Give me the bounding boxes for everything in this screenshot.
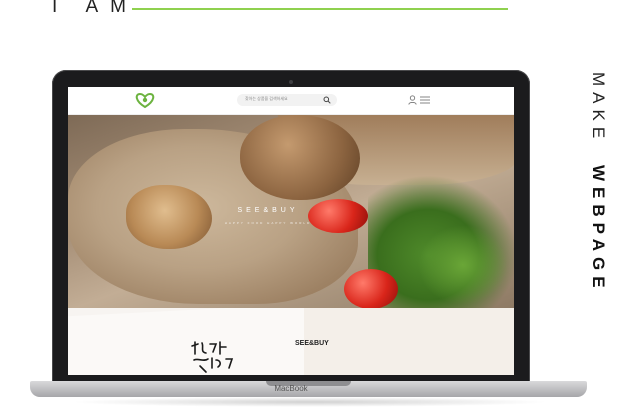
hero-title: SEE&BUY: [237, 207, 299, 214]
walnut-kernel-photo: [126, 185, 212, 249]
side-caption: MAKE WEBPAGE: [576, 68, 608, 308]
camera-icon: [289, 80, 293, 84]
search-placeholder: 찾아는 상품을 검색하세요: [245, 96, 288, 101]
hero-subtitle: HAPPY FOOD HAPPY WORLD: [224, 221, 312, 225]
intro-section: SEE&BUY: [68, 308, 514, 375]
search-input[interactable]: 찾아는 상품을 검색하세요: [237, 94, 337, 106]
laptop-shadow: [70, 397, 550, 407]
tomato-photo-2: [344, 269, 398, 308]
headline: I AM: [52, 0, 139, 17]
side-webpage: WEBPAGE: [589, 164, 608, 294]
calligraphy-image: [191, 341, 234, 373]
laptop-screen: 찾아는 상품을 검색하세요 SEE&BUY HAPPY FOOD HAPPY W…: [68, 87, 514, 375]
accent-line: [132, 8, 508, 10]
laptop-brand-label: MacBook: [274, 384, 308, 393]
section-title: SEE&BUY: [295, 340, 329, 347]
logo-heart-icon[interactable]: [132, 92, 158, 109]
hero-banner: SEE&BUY HAPPY FOOD HAPPY WORLD: [68, 115, 514, 308]
herb-leaves-photo-2: [418, 225, 508, 305]
paper-background-2: [304, 308, 514, 375]
search-icon[interactable]: [323, 96, 331, 104]
side-make: MAKE: [589, 71, 608, 145]
site-header: 찾아는 상품을 검색하세요: [68, 87, 514, 115]
walnut-photo: [240, 115, 360, 200]
tomato-photo: [308, 199, 368, 233]
menu-icon[interactable]: [420, 96, 430, 104]
user-icon[interactable]: [408, 95, 417, 105]
